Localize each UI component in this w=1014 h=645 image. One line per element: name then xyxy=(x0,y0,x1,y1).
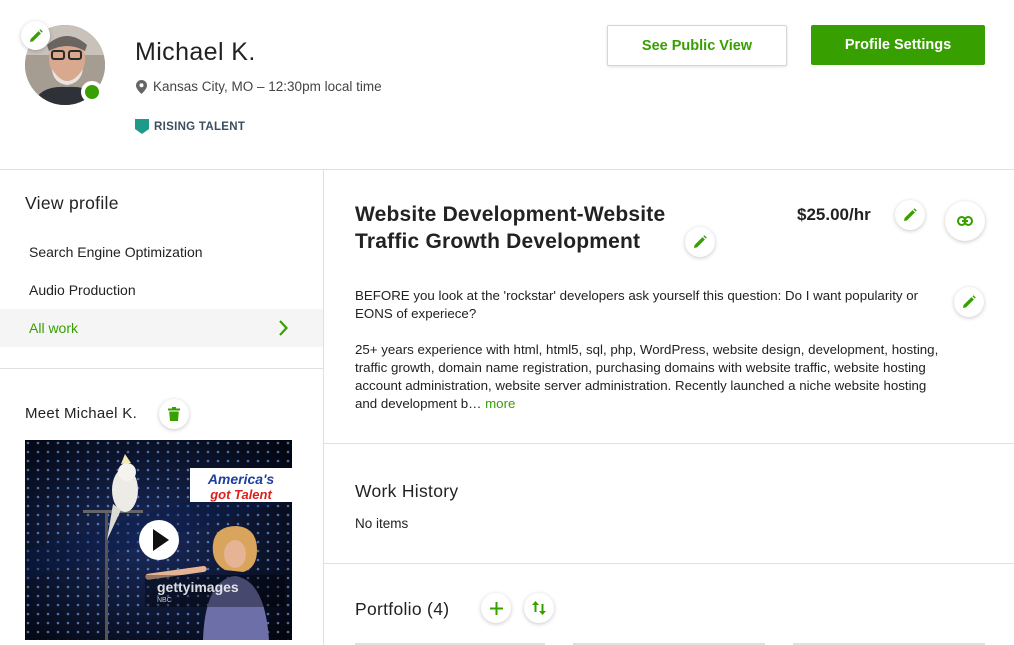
intro-video-thumbnail[interactable]: America's got Talent gettyimages NBC xyxy=(25,440,292,640)
reorder-portfolio-button[interactable] xyxy=(524,593,554,623)
edit-description-button[interactable] xyxy=(954,287,984,317)
edit-title-button[interactable] xyxy=(685,227,715,257)
sidebar-item-label: All work xyxy=(29,320,79,336)
more-link[interactable]: more xyxy=(485,396,515,411)
pencil-icon xyxy=(904,208,917,221)
profile-name: Michael K. xyxy=(135,38,256,66)
sidebar-item-seo[interactable]: Search Engine Optimization xyxy=(0,233,323,271)
pencil-icon xyxy=(963,295,976,308)
see-public-view-button[interactable]: See Public View xyxy=(607,25,787,66)
description-paragraph-1: BEFORE you look at the 'rockstar' develo… xyxy=(355,288,919,321)
profile-header: Michael K. Kansas City, MO – 12:30pm loc… xyxy=(0,0,1014,170)
sidebar-item-label: Search Engine Optimization xyxy=(29,244,203,260)
description-paragraph-2: 25+ years experience with html, html5, s… xyxy=(355,341,945,413)
sidebar-item-audio-production[interactable]: Audio Production xyxy=(0,271,323,309)
link-icon xyxy=(957,216,973,226)
pencil-icon xyxy=(29,28,43,42)
sidebar-item-all-work[interactable]: All work xyxy=(0,309,323,347)
badge-icon xyxy=(135,119,149,134)
portfolio-heading: Portfolio (4) xyxy=(355,599,450,619)
delete-video-button[interactable] xyxy=(159,399,189,429)
hourly-rate: $25.00/hr xyxy=(797,205,871,224)
edit-rate-button[interactable] xyxy=(895,200,925,230)
sidebar-heading: View profile xyxy=(25,193,119,213)
sidebar: View profile Search Engine Optimization … xyxy=(0,170,324,645)
copy-link-button[interactable] xyxy=(945,201,985,241)
pencil-icon xyxy=(694,235,707,248)
meet-heading: Meet Michael K. xyxy=(25,405,138,422)
add-portfolio-button[interactable] xyxy=(481,593,511,623)
rising-talent-badge: RISING TALENT xyxy=(135,119,245,134)
plus-icon xyxy=(489,601,503,615)
work-history-heading: Work History xyxy=(355,481,459,501)
description-paragraph-2-text: 25+ years experience with html, html5, s… xyxy=(355,342,939,411)
watermark-text: gettyimages xyxy=(157,579,239,595)
sidebar-divider xyxy=(0,368,323,369)
chevron-right-icon xyxy=(279,320,288,336)
online-status-dot xyxy=(81,81,103,103)
main-content: Website Development-Website Traffic Grow… xyxy=(324,170,1014,645)
location-text: Kansas City, MO – 12:30pm local time xyxy=(153,79,382,94)
edit-avatar-button[interactable] xyxy=(21,21,50,50)
profile-settings-button[interactable]: Profile Settings xyxy=(811,25,985,65)
work-history-empty-text: No items xyxy=(355,516,409,531)
profile-title: Website Development-Website Traffic Grow… xyxy=(355,203,666,253)
watermark-sub: NBC xyxy=(157,597,172,604)
play-icon xyxy=(139,520,179,560)
sidebar-item-label: Audio Production xyxy=(29,282,136,298)
overview-description: BEFORE you look at the 'rockstar' develo… xyxy=(355,287,945,413)
video-frame: America's got Talent gettyimages NBC xyxy=(25,440,292,640)
brand-line2: got Talent xyxy=(209,487,272,502)
badge-label: RISING TALENT xyxy=(154,120,246,133)
map-pin-icon xyxy=(136,79,147,94)
section-divider xyxy=(324,563,1014,564)
sort-icon xyxy=(532,601,546,615)
location-row: Kansas City, MO – 12:30pm local time xyxy=(136,79,382,94)
trash-icon xyxy=(168,407,180,421)
brand-line1: America's xyxy=(207,471,275,487)
section-divider xyxy=(324,443,1014,444)
